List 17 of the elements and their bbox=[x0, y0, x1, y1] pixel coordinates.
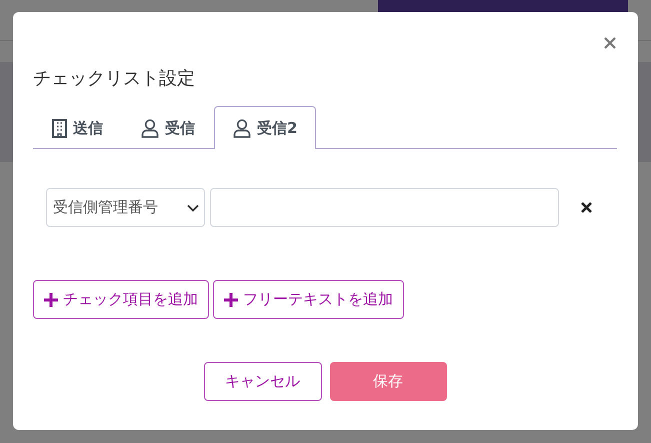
building-icon bbox=[52, 118, 67, 138]
tab[interactable]: 受信2 bbox=[214, 106, 316, 149]
tab[interactable]: 受信 bbox=[122, 106, 214, 149]
dialog-title: チェックリスト設定 bbox=[33, 67, 196, 91]
add-button[interactable]: チェック項目を追加 bbox=[33, 280, 209, 319]
cancel-button[interactable]: キャンセル bbox=[204, 362, 322, 401]
person-icon bbox=[233, 118, 251, 138]
chevron-icon bbox=[187, 204, 199, 212]
value-input-field[interactable] bbox=[210, 188, 559, 227]
plus-icon bbox=[224, 292, 238, 306]
field-dropdown[interactable]: 受信側管理番号 bbox=[46, 188, 205, 227]
plus-icon bbox=[44, 292, 58, 306]
tab[interactable]: 送信 bbox=[33, 106, 122, 149]
person-icon bbox=[141, 118, 159, 138]
add-button[interactable]: フリーテキストを追加 bbox=[213, 280, 404, 319]
remove-icon[interactable] bbox=[581, 202, 592, 213]
close-icon[interactable] bbox=[604, 37, 616, 49]
